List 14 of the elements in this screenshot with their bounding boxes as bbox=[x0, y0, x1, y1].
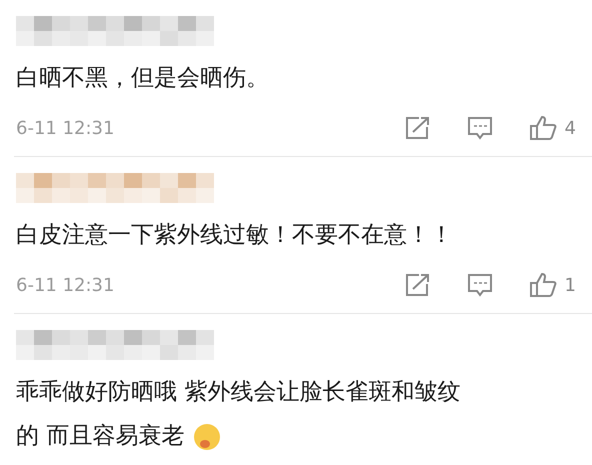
share-icon[interactable] bbox=[404, 273, 431, 297]
comment-text: 白晒不黑，但是会晒伤。 bbox=[16, 64, 270, 93]
comment-icon[interactable] bbox=[466, 116, 493, 140]
comment-icon[interactable] bbox=[466, 272, 493, 298]
like-count: 1 bbox=[564, 274, 576, 296]
comment-time: 6-11 12:31 bbox=[16, 274, 114, 296]
comment-text: 乖乖做好防晒哦 紫外线会让脸长雀斑和皱纹的 而且容易衰老 bbox=[16, 370, 468, 458]
like-count: 4 bbox=[564, 118, 576, 138]
share-icon[interactable] bbox=[404, 116, 431, 140]
comment-time: 6-11 12:31 bbox=[16, 118, 114, 138]
emoji-icon bbox=[192, 422, 222, 452]
comment-text: 白皮注意一下紫外线过敏！不要不在意！！ bbox=[16, 221, 454, 250]
thumbs-up-icon[interactable] bbox=[528, 115, 557, 141]
thumbs-up-icon[interactable] bbox=[528, 272, 557, 298]
